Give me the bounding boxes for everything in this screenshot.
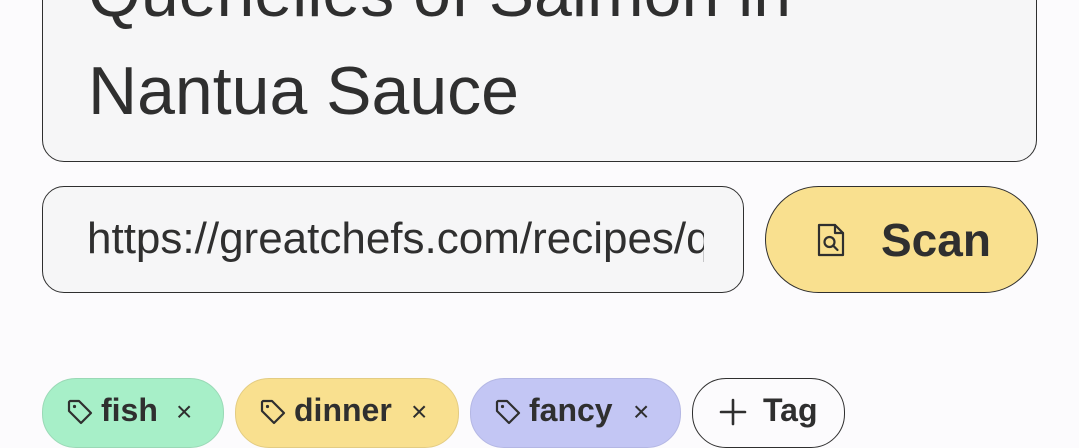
plus-icon	[719, 398, 747, 426]
document-search-icon	[817, 223, 845, 257]
remove-tag-icon[interactable]: ×	[176, 395, 192, 429]
tag-icon	[260, 399, 286, 425]
tag-chip-fish[interactable]: fish ×	[42, 378, 224, 448]
remove-tag-icon[interactable]: ×	[633, 395, 649, 429]
tag-icon	[495, 399, 521, 425]
tag-label: fancy	[529, 392, 613, 428]
tag-label: fish	[101, 392, 158, 428]
add-tag-button[interactable]: Tag	[692, 378, 845, 448]
tag-icon	[67, 399, 93, 425]
recipe-title-text: Quenelles of Salmon in Nantua Sauce	[88, 0, 791, 129]
remove-tag-icon[interactable]: ×	[411, 395, 427, 429]
scan-button-label: Scan	[881, 214, 991, 266]
add-tag-label: Tag	[763, 392, 818, 428]
tag-chip-fancy[interactable]: fancy ×	[470, 378, 681, 448]
tag-label: dinner	[294, 392, 392, 428]
recipe-title-field[interactable]: Quenelles of Salmon in Nantua Sauce	[42, 0, 1037, 162]
scan-button[interactable]: Scan	[765, 186, 1038, 293]
url-input[interactable]	[87, 187, 704, 291]
tag-chip-dinner[interactable]: dinner ×	[235, 378, 459, 448]
url-field[interactable]	[42, 186, 744, 293]
